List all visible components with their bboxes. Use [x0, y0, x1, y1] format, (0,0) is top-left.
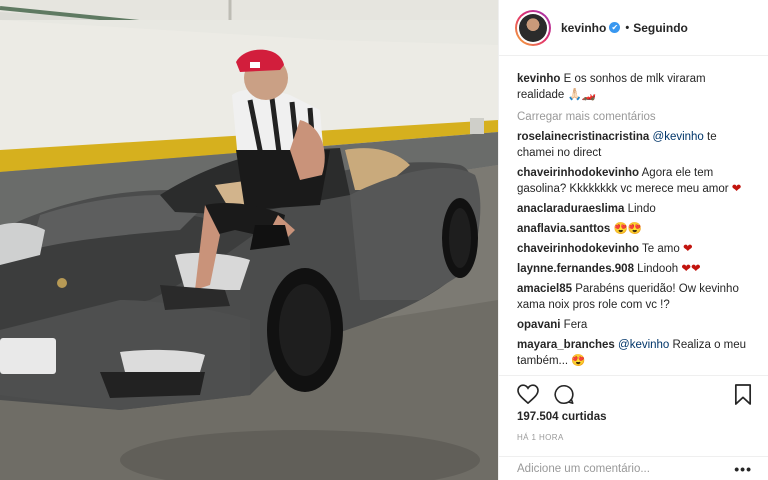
comment-username[interactable]: chaveirinhodokevinho	[517, 243, 639, 255]
comment-username[interactable]: anaclaraduraeslima	[517, 203, 624, 215]
comment-item: amaciel85 Parabéns queridão! Ow kevinho …	[517, 281, 752, 313]
comment-text: 😍😍	[610, 223, 643, 235]
caption-username[interactable]: kevinho	[517, 73, 560, 85]
post-sidebar: kevinho ✔ • Seguindo kevinho E os sonhos…	[498, 0, 768, 480]
comment-text: Fera	[560, 319, 588, 331]
heart-outline-icon[interactable]	[517, 384, 539, 404]
separator-dot: •	[625, 21, 630, 34]
bookmark-icon[interactable]	[734, 384, 752, 405]
comment-input[interactable]	[517, 463, 735, 475]
comment-text: Te amo	[639, 243, 683, 255]
avatar-image	[519, 13, 547, 42]
comments-list[interactable]: kevinho E os sonhos de mlk viraram reali…	[499, 57, 768, 375]
comment-text: Lindooh	[633, 263, 682, 275]
comment-item: anaclaraduraeslima Lindo	[517, 201, 752, 217]
comment-username[interactable]: anaflavia.santtos	[517, 223, 610, 235]
comment-mention[interactable]: @kevinho	[653, 131, 704, 143]
comment-username[interactable]: roselainecristinacristina	[517, 131, 649, 143]
comment-item: chaveirinhodokevinho Te amo ❤	[517, 241, 752, 257]
comment-item: chaveirinhodokevinho Agora ele tem gasol…	[517, 165, 752, 197]
heart-emoji-icon: ❤❤	[681, 263, 701, 275]
comment-username[interactable]: opavani	[517, 319, 560, 331]
avatar[interactable]	[515, 9, 551, 46]
likes-count[interactable]: 197.504 curtidas	[517, 411, 607, 423]
post-image	[0, 0, 498, 480]
post-timestamp: HÁ 1 HORA	[517, 433, 564, 442]
verified-badge-icon: ✔	[609, 22, 621, 33]
load-more-comments-link[interactable]: Carregar mais comentários	[517, 111, 752, 123]
comment-item: roselainecristinacristina @kevinho te ch…	[517, 129, 752, 161]
post-header: kevinho ✔ • Seguindo	[499, 0, 768, 56]
comment-username[interactable]: mayara_branches	[517, 339, 615, 351]
comment-text: Lindo	[624, 203, 656, 215]
comment-username[interactable]: chaveirinhodokevinho	[517, 167, 639, 179]
username-link[interactable]: kevinho	[561, 21, 606, 35]
post-photo[interactable]	[0, 0, 498, 480]
following-button[interactable]: Seguindo	[633, 21, 688, 35]
post-caption: kevinho E os sonhos de mlk viraram reali…	[517, 71, 752, 103]
action-icons	[515, 384, 754, 408]
comment-item: mayara_branches @kevinho Realiza o meu t…	[517, 337, 752, 369]
heart-emoji-icon: ❤	[682, 243, 693, 255]
comment-username[interactable]: amaciel85	[517, 283, 572, 295]
comment-username[interactable]: laynne.fernandes.908	[517, 263, 634, 275]
comment-item: anaflavia.santtos 😍😍	[517, 221, 752, 237]
heart-emoji-icon: ❤	[731, 183, 742, 195]
add-comment-bar: •••	[499, 456, 768, 480]
comment-bubble-icon[interactable]	[553, 384, 575, 405]
comment-item: opavani Fera	[517, 317, 752, 333]
comment-mention[interactable]: @kevinho	[618, 339, 669, 351]
post-actions: 197.504 curtidas HÁ 1 HORA •••	[499, 375, 768, 480]
more-options-icon[interactable]: •••	[734, 461, 752, 477]
comment-item: laynne.fernandes.908 Lindooh ❤❤	[517, 261, 752, 277]
